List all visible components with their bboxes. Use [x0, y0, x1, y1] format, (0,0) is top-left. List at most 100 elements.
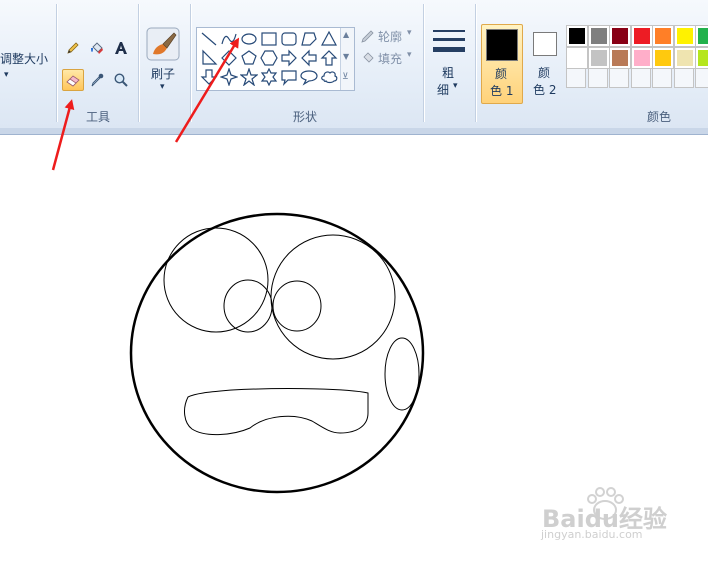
eraser-tool-button[interactable]	[62, 69, 84, 91]
oval-callout-shape-button[interactable]	[299, 68, 319, 86]
six-point-star-shape-button[interactable]	[259, 68, 279, 86]
cloud-callout-icon	[321, 71, 338, 84]
shapes-scrollbar[interactable]: ▲ ▼ ⊻	[340, 28, 354, 90]
scroll-up-icon[interactable]: ▲	[343, 30, 349, 39]
rounded-rectangle-icon	[281, 32, 297, 46]
fill-tool-button[interactable]	[86, 37, 108, 59]
color2-button[interactable]: 颜 色 2	[525, 24, 565, 102]
five-point-star-shape-button[interactable]	[239, 68, 259, 86]
fill-label: 填充	[378, 52, 403, 66]
custom-color-slot[interactable]	[695, 68, 708, 88]
right-arrow-shape-button[interactable]	[279, 49, 299, 67]
line-shape-button[interactable]	[199, 30, 219, 48]
color1-label-line1: 颜	[495, 67, 508, 81]
oval-shape-button[interactable]	[239, 30, 259, 48]
curve-shape-button[interactable]	[219, 30, 239, 48]
group-separator	[56, 4, 57, 122]
color1-swatch	[486, 29, 518, 61]
down-arrow-shape-button[interactable]	[199, 68, 219, 86]
palette-color-2-7[interactable]	[695, 46, 708, 69]
palette-swatch	[569, 28, 585, 44]
palette-color-2-4[interactable]	[630, 46, 653, 69]
drawing-canvas[interactable]: Baidu经验 jingyan.baidu.com	[0, 135, 708, 561]
palette-swatch	[569, 49, 585, 66]
brush-label: 刷子	[151, 67, 176, 81]
up-arrow-shape-button[interactable]	[319, 49, 339, 67]
palette-color-1-7[interactable]	[695, 25, 708, 47]
down-arrow-icon	[200, 69, 218, 85]
four-point-star-shape-button[interactable]	[219, 68, 239, 86]
palette-color-1-6[interactable]	[673, 25, 696, 47]
palette-swatch	[590, 28, 607, 44]
magnifier-tool-button[interactable]	[110, 69, 132, 91]
palette-swatch	[655, 28, 671, 44]
polygon-shape-button[interactable]	[299, 30, 319, 48]
size-label-line2: 细	[437, 83, 450, 97]
fill-icon	[363, 52, 374, 63]
rounded-rectangle-shape-button[interactable]	[279, 30, 299, 48]
palette-swatch	[698, 49, 708, 66]
custom-color-slot[interactable]	[609, 68, 629, 88]
left-arrow-shape-button[interactable]	[299, 49, 319, 67]
rectangle-shape-button[interactable]	[259, 30, 279, 48]
outline-button[interactable]: 轮廓 ▾	[360, 28, 422, 44]
cloud-callout-shape-button[interactable]	[319, 68, 339, 86]
triangle-icon	[320, 30, 338, 46]
left-pupil	[223, 279, 273, 333]
hexagon-icon	[260, 50, 278, 66]
color-picker-tool-button[interactable]	[86, 69, 108, 91]
dropdown-arrow-icon[interactable]: ▾	[4, 70, 9, 80]
brush-button[interactable]: 刷子 ▾	[143, 24, 183, 96]
palette-color-1-3[interactable]	[609, 25, 631, 47]
pencil-tool-button[interactable]	[62, 37, 84, 59]
ribbon: 调整大小 ▾ 工具 刷子 ▾ ▲ ▼ ⊻ 轮廓 ▾ 填充 ▾ 形状 粗 细 ▾ …	[0, 0, 708, 129]
palette-color-2-2[interactable]	[587, 46, 610, 69]
outline-dropdown-icon[interactable]: ▾	[407, 28, 412, 38]
pentagon-shape-button[interactable]	[239, 49, 259, 67]
four-point-star-icon	[220, 68, 238, 86]
right-arrow-icon	[281, 49, 297, 67]
text-tool-button[interactable]	[110, 37, 132, 59]
palette-color-2-3[interactable]	[609, 46, 631, 69]
fill-button[interactable]: 填充 ▾	[360, 50, 422, 66]
fill-bucket-icon	[91, 42, 103, 54]
gallery-expand-icon[interactable]: ⊻	[342, 72, 349, 82]
five-point-star-icon	[240, 68, 258, 86]
right-eye	[270, 234, 396, 360]
diamond-shape-button[interactable]	[219, 49, 239, 67]
resize-button-label[interactable]: 调整大小	[0, 50, 48, 67]
custom-color-slot[interactable]	[630, 68, 651, 88]
group-separator	[138, 4, 139, 122]
size-label-line1: 粗	[442, 66, 455, 80]
size-button[interactable]: 粗 细 ▾	[430, 26, 470, 98]
pentagon-icon	[241, 50, 257, 65]
custom-color-slot[interactable]	[673, 68, 694, 88]
right-triangle-shape-button[interactable]	[199, 49, 219, 67]
outline-pencil-icon	[361, 30, 374, 43]
palette-swatch	[633, 28, 650, 44]
color2-label-line2: 色 2	[533, 83, 557, 97]
scroll-down-icon[interactable]: ▼	[343, 52, 349, 61]
color1-button[interactable]: 颜 色 1	[481, 24, 523, 104]
palette-color-2-5[interactable]	[652, 46, 674, 69]
palette-color-1-5[interactable]	[652, 25, 674, 47]
rect-callout-shape-button[interactable]	[279, 68, 299, 86]
shapes-gallery: ▲ ▼ ⊻	[196, 27, 355, 91]
palette-color-1-1[interactable]	[566, 25, 588, 47]
palette-swatch	[655, 49, 671, 66]
palette-swatch	[698, 28, 708, 44]
triangle-shape-button[interactable]	[319, 30, 339, 48]
color1-label-line2: 色 1	[490, 84, 514, 98]
custom-color-slot[interactable]	[587, 68, 608, 88]
rect-callout-icon	[281, 70, 297, 86]
brush-dropdown-arrow-icon[interactable]: ▾	[160, 82, 165, 92]
palette-color-2-1[interactable]	[566, 46, 588, 69]
custom-color-slot[interactable]	[652, 68, 672, 88]
palette-color-1-2[interactable]	[587, 25, 610, 47]
hexagon-shape-button[interactable]	[259, 49, 279, 67]
palette-color-1-4[interactable]	[630, 25, 653, 47]
custom-color-slot[interactable]	[566, 68, 586, 88]
fill-dropdown-icon[interactable]: ▾	[407, 50, 412, 60]
palette-color-2-6[interactable]	[673, 46, 696, 69]
right-pupil	[272, 280, 322, 332]
